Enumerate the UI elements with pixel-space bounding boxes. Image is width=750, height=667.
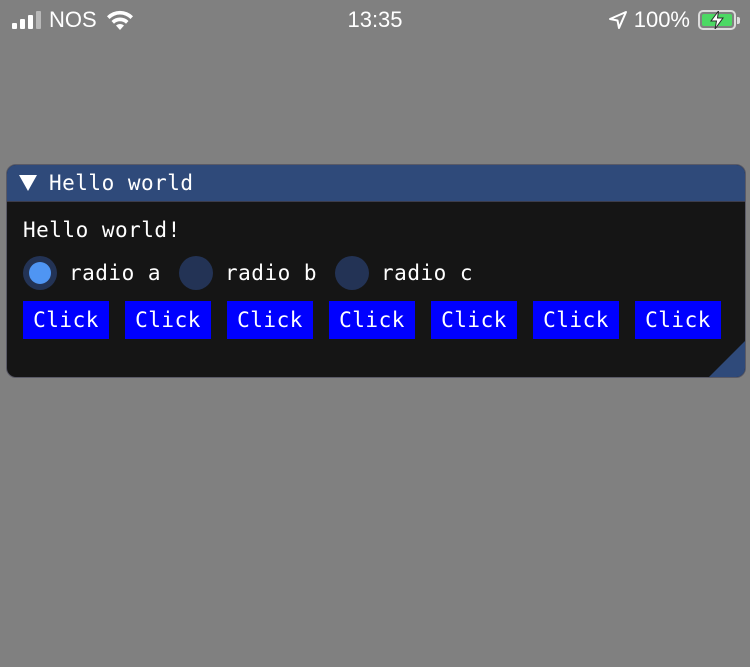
signal-bars-icon [12, 11, 41, 29]
window-content: Hello world! radio a radio b radio c Cli… [23, 217, 729, 339]
radio-c-circle[interactable] [335, 256, 370, 290]
window-title-bar[interactable]: Hello world [7, 165, 745, 202]
battery-percent: 100% [633, 7, 690, 32]
location-arrow-icon [608, 11, 627, 29]
triangle-down-icon[interactable] [19, 175, 37, 191]
battery-charging-icon [698, 10, 740, 30]
click-button-3[interactable]: Click [227, 301, 313, 339]
charging-bolt-icon [710, 11, 724, 29]
radio-b-circle[interactable] [179, 256, 214, 290]
status-bar-right: 100% [608, 7, 740, 33]
click-button-6[interactable]: Click [533, 301, 619, 339]
button-row: Click Click Click Click Click Click Clic… [23, 301, 729, 339]
status-bar: NOS 13:35 100% [0, 0, 750, 40]
carrier-name: NOS [49, 7, 97, 32]
click-button-7[interactable]: Click [635, 301, 721, 339]
click-button-1[interactable]: Click [23, 301, 109, 339]
radio-group: radio a radio b radio c [23, 255, 729, 291]
click-button-2[interactable]: Click [125, 301, 211, 339]
radio-c[interactable]: radio c [335, 256, 473, 290]
click-button-4[interactable]: Click [329, 301, 415, 339]
resize-grip-icon[interactable] [709, 341, 745, 377]
radio-b-label[interactable]: radio b [225, 261, 317, 285]
radio-a-circle[interactable] [23, 256, 57, 290]
status-bar-left: NOS [12, 7, 135, 33]
radio-a[interactable]: radio a [23, 256, 161, 290]
click-button-5[interactable]: Click [431, 301, 517, 339]
radio-b[interactable]: radio b [179, 256, 317, 290]
hello-world-window[interactable]: Hello world Hello world! radio a radio b… [6, 164, 746, 378]
window-title: Hello world [49, 170, 194, 195]
wifi-icon [106, 10, 133, 30]
hello-text: Hello world! [23, 218, 181, 242]
radio-c-label[interactable]: radio c [381, 261, 473, 285]
radio-a-label[interactable]: radio a [69, 261, 161, 285]
